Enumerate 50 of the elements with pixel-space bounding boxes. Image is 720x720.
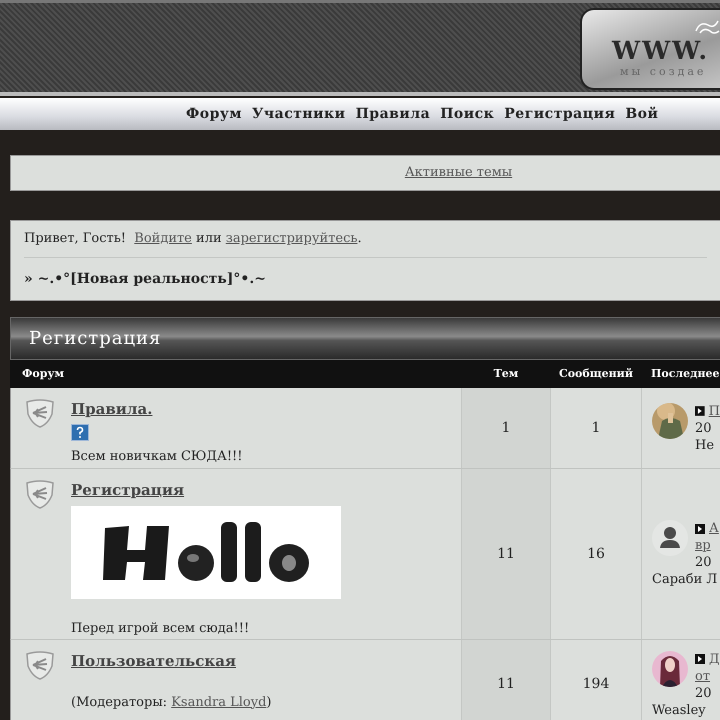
last-post-link[interactable]: А <box>709 520 719 537</box>
logo-tagline: мы создае <box>620 66 706 77</box>
last-post-author: Weasley <box>652 702 707 718</box>
column-header: Последнее <box>650 366 720 382</box>
posts-count: 194 <box>582 675 610 694</box>
forum-description: Всем новичкам СЮДА!!! <box>71 448 244 466</box>
nav-link[interactable]: Вой <box>625 104 658 124</box>
last-post-link[interactable]: П <box>708 402 720 420</box>
nav-link[interactable]: Участники <box>252 104 346 124</box>
nav-link[interactable]: Форум <box>186 104 242 124</box>
topics-count: 11 <box>461 469 551 639</box>
breadcrumb: » ~.•°[Новая реальность]°•.~ <box>24 270 266 288</box>
last-post-author: Не <box>694 436 716 454</box>
forum-title-link[interactable]: Пользовательская <box>71 652 236 670</box>
forum-title-link[interactable]: Правила. <box>71 400 152 418</box>
nav-link[interactable]: Регистрация <box>504 104 616 124</box>
shield-icon <box>24 650 56 680</box>
column-header: Сообщений <box>558 366 634 382</box>
help-icon <box>71 424 89 440</box>
arrow-icon <box>695 524 705 534</box>
nav-link[interactable]: Правила <box>356 104 430 124</box>
last-post-date: 20 <box>694 420 713 436</box>
shield-icon <box>24 398 56 428</box>
logo-text: WWW. <box>612 38 710 63</box>
arrow-icon <box>695 406 705 416</box>
user-silhouette-icon <box>652 520 688 556</box>
column-header: Тем <box>492 366 520 382</box>
register-link[interactable]: зарегистрируйтесь <box>226 231 358 246</box>
last-post-link[interactable]: вр <box>695 537 711 554</box>
last-post-author: Сараби Л <box>652 571 718 588</box>
posts-count: 1 <box>590 418 602 438</box>
last-post-link[interactable]: от <box>695 668 710 684</box>
arrow-icon <box>695 654 705 664</box>
forum-description: Перед игрой всем сюда!!! <box>71 620 250 638</box>
last-post-link[interactable]: Д <box>709 650 720 668</box>
forum-title-link[interactable]: Регистрация <box>71 481 184 499</box>
topics-count: 11 <box>461 640 551 720</box>
greeting-text: Привет, Гость! Войдите или зарегистрируйтесь. <box>24 230 362 248</box>
moderator-link[interactable]: Ksandra Lloyd <box>171 694 266 710</box>
category-title: Регистрация <box>29 327 162 351</box>
posts-count: 16 <box>586 544 606 564</box>
shield-icon <box>24 479 56 509</box>
topics-count: 1 <box>461 388 551 468</box>
active-topics-link[interactable]: Активные темы <box>404 163 512 183</box>
moderators-text: (Модераторы: Ksandra Lloyd) <box>71 694 272 712</box>
last-post-date: 20 <box>694 554 713 571</box>
nav-link[interactable]: Поиск <box>440 104 494 124</box>
column-header: Форум <box>21 366 66 382</box>
login-link[interactable]: Войдите <box>134 231 192 246</box>
last-post-date: 20 <box>694 684 713 702</box>
